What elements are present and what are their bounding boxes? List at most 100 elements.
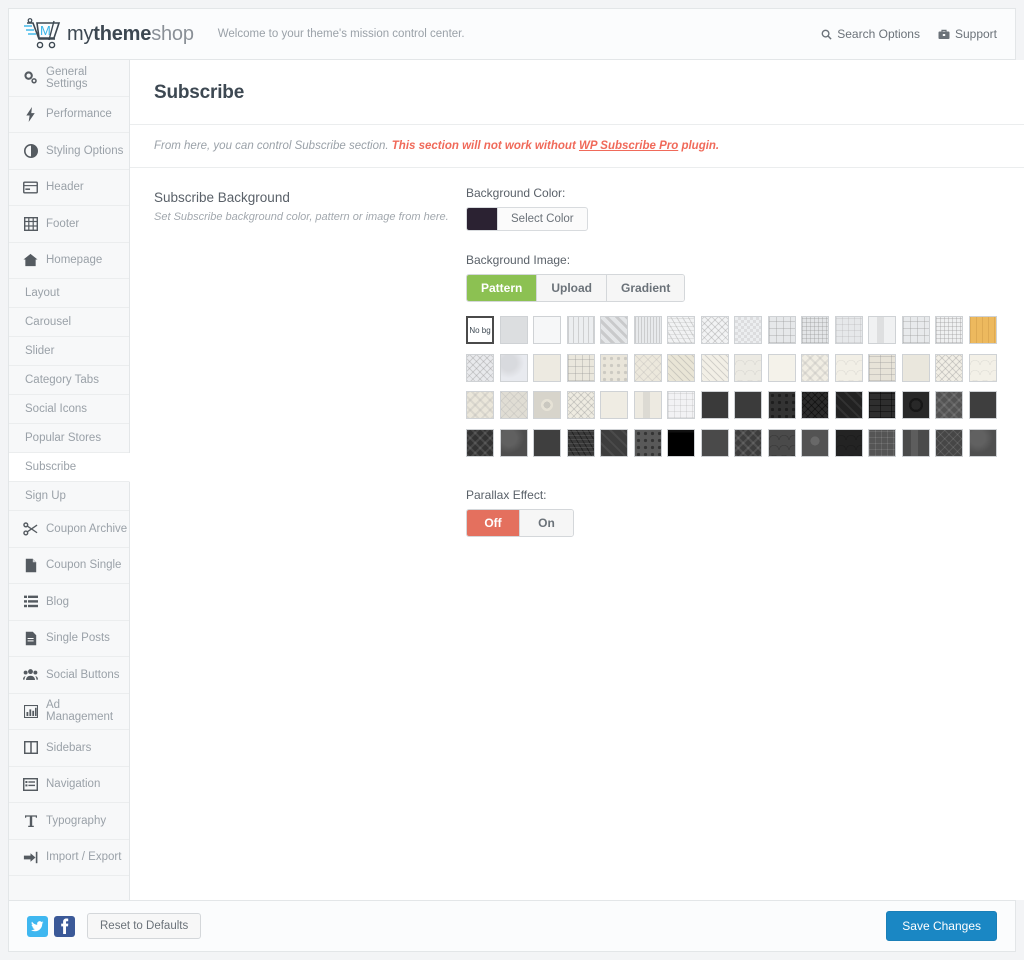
pattern-swatch-p62[interactable] xyxy=(935,429,963,457)
pattern-swatch-p27[interactable] xyxy=(835,354,863,382)
bg-image-tab-pattern[interactable]: Pattern xyxy=(467,275,537,301)
sidebar-item-header[interactable]: Header xyxy=(9,170,129,207)
parallax-option-on[interactable]: On xyxy=(520,510,573,536)
pattern-swatch-p29[interactable] xyxy=(902,354,930,382)
pattern-swatch-p16[interactable] xyxy=(466,354,494,382)
pattern-swatch-p49[interactable] xyxy=(500,429,528,457)
pattern-swatch-p26[interactable] xyxy=(801,354,829,382)
pattern-swatch-p35[interactable] xyxy=(567,391,595,419)
facebook-icon[interactable] xyxy=(54,916,75,937)
pattern-swatch-p7[interactable] xyxy=(701,316,729,344)
pattern-swatch-p33[interactable] xyxy=(500,391,528,419)
pattern-swatch-p42[interactable] xyxy=(801,391,829,419)
pattern-swatch-p48[interactable] xyxy=(466,429,494,457)
reset-to-defaults-button[interactable]: Reset to Defaults xyxy=(87,913,201,939)
sidebar-item-homepage[interactable]: Homepage xyxy=(9,243,129,280)
support-link[interactable]: Support xyxy=(938,27,997,41)
pattern-swatch-p22[interactable] xyxy=(667,354,695,382)
pattern-swatch-p39[interactable] xyxy=(701,391,729,419)
pattern-swatch-p40[interactable] xyxy=(734,391,762,419)
pattern-swatch-p61[interactable] xyxy=(902,429,930,457)
sidebar-item-navigation[interactable]: Navigation xyxy=(9,767,129,804)
pattern-swatch-p3[interactable] xyxy=(567,316,595,344)
pattern-swatch-p24[interactable] xyxy=(734,354,762,382)
sidebar-item-carousel[interactable]: Carousel xyxy=(9,308,129,337)
pattern-swatch-p51[interactable] xyxy=(567,429,595,457)
pattern-swatch-p30[interactable] xyxy=(935,354,963,382)
pattern-swatch-p21[interactable] xyxy=(634,354,662,382)
sidebar-item-layout[interactable]: Layout xyxy=(9,279,129,308)
pattern-swatch-p19[interactable] xyxy=(567,354,595,382)
pattern-swatch-p54[interactable] xyxy=(667,429,695,457)
pattern-swatch-p38[interactable] xyxy=(667,391,695,419)
select-color-button[interactable]: Select Color xyxy=(497,208,587,230)
pattern-swatch-p14[interactable] xyxy=(935,316,963,344)
pattern-swatch-p12[interactable] xyxy=(868,316,896,344)
sidebar-item-coupon-single[interactable]: Coupon Single xyxy=(9,548,129,585)
sidebar-item-social-buttons[interactable]: Social Buttons xyxy=(9,657,129,694)
sidebar-item-coupon-archive[interactable]: Coupon Archive xyxy=(9,511,129,548)
pattern-swatch-p25[interactable] xyxy=(768,354,796,382)
pattern-swatch-p11[interactable] xyxy=(835,316,863,344)
search-options-link[interactable]: Search Options xyxy=(821,27,920,41)
pattern-swatch-p59[interactable] xyxy=(835,429,863,457)
bg-image-tab-gradient[interactable]: Gradient xyxy=(607,275,684,301)
sidebar-item-sidebars[interactable]: Sidebars xyxy=(9,730,129,767)
sidebar-item-blog[interactable]: Blog xyxy=(9,584,129,621)
pattern-swatch-p18[interactable] xyxy=(533,354,561,382)
pattern-swatch-p6[interactable] xyxy=(667,316,695,344)
pattern-swatch-p37[interactable] xyxy=(634,391,662,419)
wp-subscribe-pro-link[interactable]: WP Subscribe Pro xyxy=(579,140,678,152)
sidebar-item-typography[interactable]: Typography xyxy=(9,803,129,840)
pattern-swatch-p17[interactable] xyxy=(500,354,528,382)
pattern-swatch-p23[interactable] xyxy=(701,354,729,382)
sidebar-item-sign-up[interactable]: Sign Up xyxy=(9,482,129,511)
pattern-swatch-no-bg[interactable]: No bg xyxy=(466,316,494,344)
pattern-swatch-p10[interactable] xyxy=(801,316,829,344)
pattern-swatch-p57[interactable] xyxy=(768,429,796,457)
pattern-swatch-p52[interactable] xyxy=(600,429,628,457)
pattern-swatch-p44[interactable] xyxy=(868,391,896,419)
pattern-swatch-p60[interactable] xyxy=(868,429,896,457)
sidebar-item-styling-options[interactable]: Styling Options xyxy=(9,133,129,170)
pattern-swatch-p32[interactable] xyxy=(466,391,494,419)
pattern-swatch-p31[interactable] xyxy=(969,354,997,382)
pattern-swatch-p53[interactable] xyxy=(634,429,662,457)
pattern-swatch-p9[interactable] xyxy=(768,316,796,344)
sidebar-item-performance[interactable]: Performance xyxy=(9,97,129,134)
pattern-swatch-p43[interactable] xyxy=(835,391,863,419)
pattern-swatch-p41[interactable] xyxy=(768,391,796,419)
pattern-swatch-p2[interactable] xyxy=(533,316,561,344)
pattern-swatch-p20[interactable] xyxy=(600,354,628,382)
pattern-swatch-p5[interactable] xyxy=(634,316,662,344)
pattern-swatch-p4[interactable] xyxy=(600,316,628,344)
parallax-option-off[interactable]: Off xyxy=(467,510,520,536)
pattern-swatch-p15[interactable] xyxy=(969,316,997,344)
sidebar-item-subscribe[interactable]: Subscribe xyxy=(9,453,130,482)
sidebar-item-category-tabs[interactable]: Category Tabs xyxy=(9,366,129,395)
pattern-swatch-p55[interactable] xyxy=(701,429,729,457)
sidebar-item-social-icons[interactable]: Social Icons xyxy=(9,395,129,424)
pattern-swatch-p63[interactable] xyxy=(969,429,997,457)
pattern-swatch-p47[interactable] xyxy=(969,391,997,419)
pattern-swatch-p34[interactable] xyxy=(533,391,561,419)
bg-image-tab-upload[interactable]: Upload xyxy=(537,275,607,301)
pattern-swatch-p46[interactable] xyxy=(935,391,963,419)
pattern-swatch-p56[interactable] xyxy=(734,429,762,457)
save-changes-button[interactable]: Save Changes xyxy=(886,911,997,941)
sidebar-item-import-export[interactable]: Import / Export xyxy=(9,840,129,877)
pattern-swatch-p45[interactable] xyxy=(902,391,930,419)
pattern-swatch-p8[interactable] xyxy=(734,316,762,344)
sidebar-item-general-settings[interactable]: General Settings xyxy=(9,60,129,97)
sidebar-item-ad-management[interactable]: Ad Management xyxy=(9,694,129,731)
sidebar-item-single-posts[interactable]: Single Posts xyxy=(9,621,129,658)
pattern-swatch-p13[interactable] xyxy=(902,316,930,344)
color-swatch-preview[interactable] xyxy=(467,208,497,230)
sidebar-item-popular-stores[interactable]: Popular Stores xyxy=(9,424,129,453)
pattern-swatch-p36[interactable] xyxy=(600,391,628,419)
background-color-picker[interactable]: Select Color xyxy=(466,207,588,231)
pattern-swatch-p50[interactable] xyxy=(533,429,561,457)
pattern-swatch-p58[interactable] xyxy=(801,429,829,457)
pattern-swatch-p28[interactable] xyxy=(868,354,896,382)
sidebar-item-slider[interactable]: Slider xyxy=(9,337,129,366)
